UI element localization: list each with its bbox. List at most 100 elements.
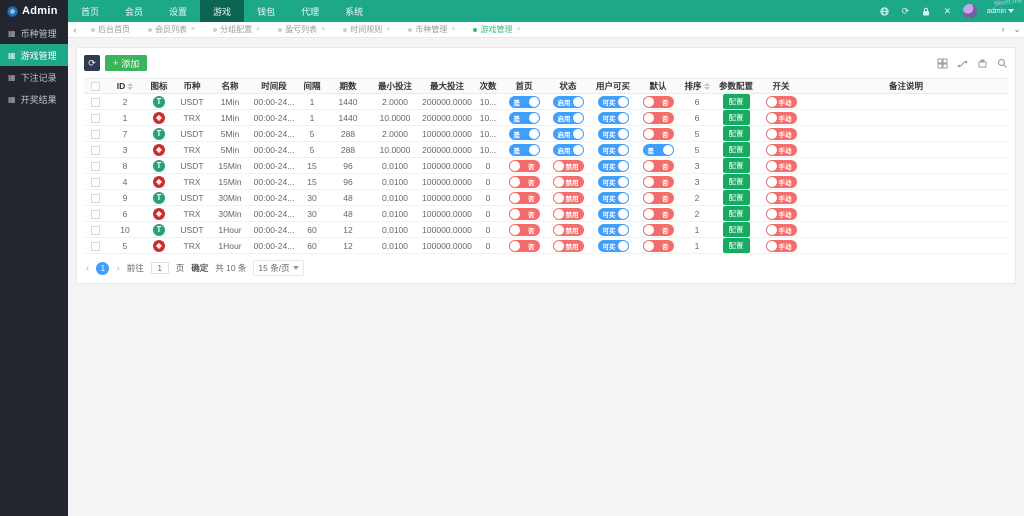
toggle-buyable[interactable]: 可买 (597, 191, 629, 204)
config-button[interactable]: 配置 (722, 206, 750, 221)
toggle-status[interactable]: 禁用 (552, 207, 584, 220)
row-checkbox[interactable] (90, 193, 100, 203)
toggle-buyable[interactable]: 可买 (597, 223, 629, 236)
toggle-dft[interactable]: 否 (642, 239, 674, 252)
toggle-switch[interactable]: 手动 (765, 159, 797, 172)
toggle-dft[interactable]: 否 (642, 95, 674, 108)
toggle-switch[interactable]: 手动 (765, 223, 797, 236)
nav-item-6[interactable]: 系统 (332, 0, 376, 22)
toggle-status[interactable]: 禁用 (552, 191, 584, 204)
config-button[interactable]: 配置 (722, 110, 750, 125)
config-button[interactable]: 配置 (722, 126, 750, 141)
toggle-switch[interactable]: 手动 (765, 95, 797, 108)
toggle-status[interactable]: 启用 (552, 127, 584, 140)
toggle-status[interactable]: 启用 (552, 95, 584, 108)
sidebar-item-3[interactable]: ▦ 开奖结果 (0, 88, 68, 110)
toggle-switch[interactable]: 手动 (765, 207, 797, 220)
nav-item-1[interactable]: 会员 (112, 0, 156, 22)
row-checkbox[interactable] (90, 241, 100, 251)
toggle-switch[interactable]: 手动 (765, 143, 797, 156)
toggle-status[interactable]: 启用 (552, 111, 584, 124)
toggle-buyable[interactable]: 可买 (597, 95, 629, 108)
tab-close-icon[interactable]: × (321, 26, 325, 33)
config-button[interactable]: 配置 (722, 238, 750, 253)
per-page-select[interactable]: 15 条/页 (253, 260, 304, 276)
print-icon[interactable] (977, 58, 988, 69)
goto-page-input[interactable] (150, 262, 169, 274)
toggle-home[interactable]: 否 (508, 207, 540, 220)
tab-1[interactable]: 会员列表 × (139, 22, 204, 38)
toggle-dft[interactable]: 否 (642, 191, 674, 204)
columns-icon[interactable] (937, 58, 948, 69)
select-all-checkbox[interactable] (90, 82, 100, 92)
toggle-buyable[interactable]: 可买 (597, 239, 629, 252)
tab-close-icon[interactable]: × (256, 26, 260, 33)
toggle-switch[interactable]: 手动 (765, 239, 797, 252)
search-icon[interactable] (997, 58, 1008, 69)
nav-item-5[interactable]: 代理 (288, 0, 332, 22)
sidebar-item-1[interactable]: ▦ 游戏管理 (0, 44, 68, 66)
tabs-scroll-right-icon[interactable]: › (996, 24, 1010, 35)
toggle-buyable[interactable]: 可买 (597, 111, 629, 124)
toggle-status[interactable]: 禁用 (552, 239, 584, 252)
tabs-menu-icon[interactable]: ⌄ (1010, 24, 1024, 35)
avatar[interactable] (962, 4, 977, 18)
row-checkbox[interactable] (90, 161, 100, 171)
tabs-scroll-left-icon[interactable]: ‹ (68, 25, 82, 35)
toggle-home[interactable]: 否 (508, 159, 540, 172)
user-menu[interactable]: admin (987, 8, 1014, 15)
row-checkbox[interactable] (90, 113, 100, 123)
toggle-dft[interactable]: 否 (642, 159, 674, 172)
tab-5[interactable]: 币种管理 × (399, 22, 464, 38)
prev-page-icon[interactable]: ‹ (86, 263, 89, 274)
sort-icon[interactable] (703, 83, 710, 91)
sidebar-item-0[interactable]: ▦ 币种管理 (0, 22, 68, 44)
goto-confirm-button[interactable]: 确定 (191, 262, 208, 274)
fullscreen-icon[interactable]: ✕ (942, 6, 953, 17)
row-checkbox[interactable] (90, 145, 100, 155)
toggle-home[interactable]: 否 (508, 239, 540, 252)
toggle-home[interactable]: 否 (508, 191, 540, 204)
toggle-status[interactable]: 禁用 (552, 175, 584, 188)
config-button[interactable]: 配置 (722, 158, 750, 173)
toggle-home[interactable]: 否 (508, 223, 540, 236)
toggle-switch[interactable]: 手动 (765, 175, 797, 188)
config-button[interactable]: 配置 (722, 190, 750, 205)
toggle-buyable[interactable]: 可买 (597, 143, 629, 156)
toggle-home[interactable]: 是 (508, 111, 540, 124)
nav-item-0[interactable]: 首页 (68, 0, 112, 22)
toggle-buyable[interactable]: 可买 (597, 127, 629, 140)
toggle-home[interactable]: 是 (508, 127, 540, 140)
tab-close-icon[interactable]: × (451, 26, 455, 33)
toggle-buyable[interactable]: 可买 (597, 175, 629, 188)
toggle-dft[interactable]: 否 (642, 207, 674, 220)
sidebar-item-2[interactable]: ▦ 下注记录 (0, 66, 68, 88)
lock-icon[interactable] (921, 6, 932, 17)
nav-item-2[interactable]: 设置 (156, 0, 200, 22)
tab-0[interactable]: 后台首页 (82, 22, 139, 38)
toggle-home[interactable]: 是 (508, 95, 540, 108)
row-checkbox[interactable] (90, 129, 100, 139)
toggle-buyable[interactable]: 可买 (597, 159, 629, 172)
toggle-switch[interactable]: 手动 (765, 191, 797, 204)
toggle-switch[interactable]: 手动 (765, 127, 797, 140)
toggle-dft[interactable]: 否 (642, 223, 674, 236)
toggle-dft[interactable]: 否 (642, 127, 674, 140)
config-button[interactable]: 配置 (722, 174, 750, 189)
column-header-14[interactable]: 排序 (680, 78, 714, 94)
config-button[interactable]: 配置 (722, 222, 750, 237)
tab-close-icon[interactable]: × (191, 26, 195, 33)
row-checkbox[interactable] (90, 97, 100, 107)
refresh-icon[interactable]: ⟳ (900, 6, 911, 17)
row-checkbox[interactable] (90, 225, 100, 235)
column-header-0[interactable]: ID (106, 78, 144, 94)
next-page-icon[interactable]: › (116, 263, 119, 274)
toggle-home[interactable]: 是 (508, 143, 540, 156)
tab-4[interactable]: 时间规则 × (334, 22, 399, 38)
toggle-status[interactable]: 禁用 (552, 159, 584, 172)
tab-6[interactable]: 游戏管理 × (464, 22, 529, 38)
sort-icon[interactable] (127, 83, 134, 91)
nav-item-3[interactable]: 游戏 (200, 0, 245, 22)
refresh-button[interactable]: ⟳ (84, 55, 100, 71)
config-button[interactable]: 配置 (722, 142, 750, 157)
